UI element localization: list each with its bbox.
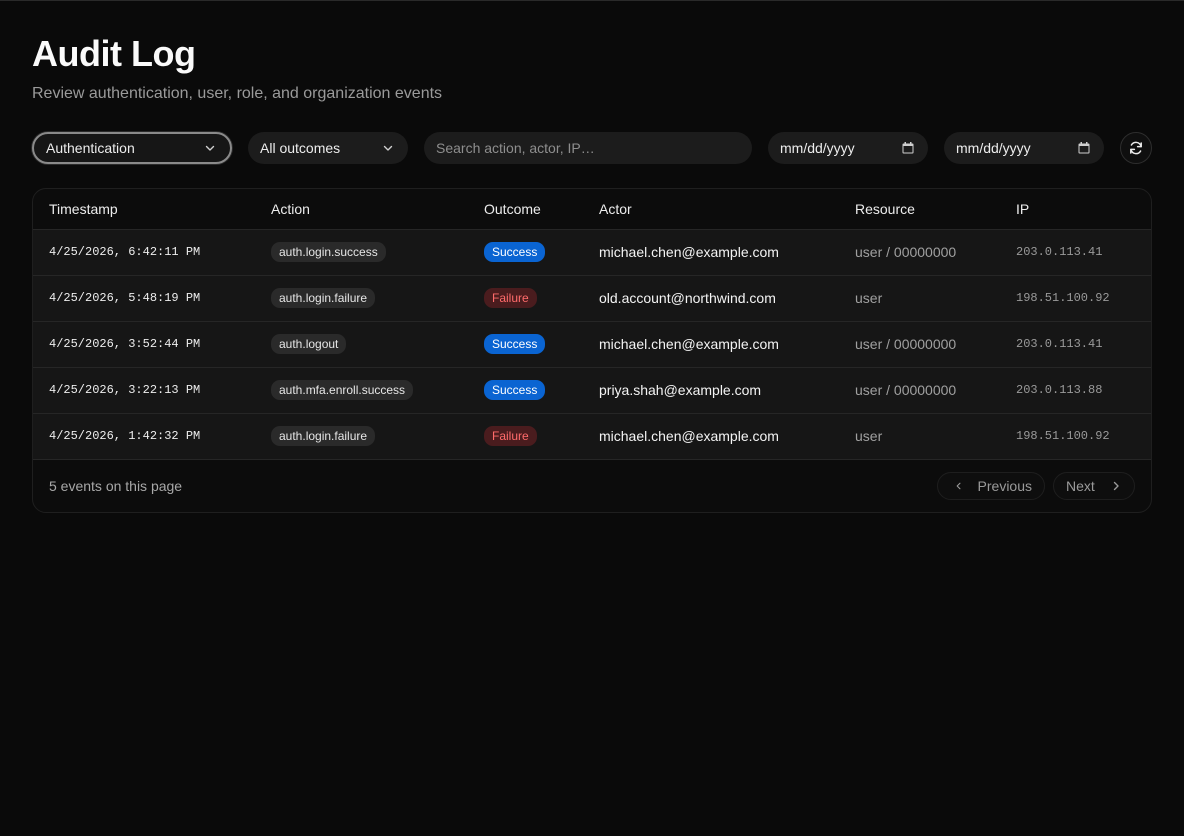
audit-log-page: Audit Log Review authentication, user, r… [0,1,1184,513]
status-badge: Success [484,380,546,400]
category-select-value: Authentication [46,140,135,156]
date-to-value: mm/dd/yyyy [956,140,1031,156]
page-title: Audit Log [32,33,196,74]
table-row[interactable]: 4/25/2026, 6:42:11 PM auth.login.success… [33,229,1151,276]
action-cell: auth.logout [255,321,468,368]
column-header-actor[interactable]: Actor [583,189,839,230]
actor-cell: michael.chen@example.com [583,413,839,460]
date-to-input[interactable]: mm/dd/yyyy [944,132,1104,164]
outcome-cell: Failure [468,413,583,460]
resource-cell: user [839,413,1000,460]
outcome-select[interactable]: All outcomes [248,132,408,164]
action-cell: auth.login.failure [255,413,468,460]
action-tag: auth.login.success [271,242,386,262]
action-cell: auth.login.failure [255,275,468,322]
audit-table: Timestamp Action Outcome Actor Resource … [33,189,1151,460]
outcome-cell: Failure [468,275,583,322]
status-badge: Failure [484,288,537,308]
column-header-ip[interactable]: IP [1000,189,1151,230]
chevron-down-icon [383,145,393,151]
action-cell: auth.login.success [255,229,468,276]
next-page-label: Next [1066,477,1095,494]
actor-cell: michael.chen@example.com [583,321,839,368]
outcome-cell: Success [468,367,583,414]
status-badge: Success [484,334,546,354]
timestamp-cell: 4/25/2026, 5:48:19 PM [33,275,255,322]
table-footer: 5 events on this page Previous Next [33,460,1151,512]
ip-cell: 203.0.113.41 [1000,229,1151,276]
category-select[interactable]: Authentication [32,132,232,164]
column-header-outcome[interactable]: Outcome [468,189,583,230]
date-from-value: mm/dd/yyyy [780,140,855,156]
timestamp-cell: 4/25/2026, 6:42:11 PM [33,229,255,276]
action-tag: auth.login.failure [271,426,376,446]
resource-cell: user / 00000000 [839,229,1000,276]
chevron-left-icon [956,482,961,489]
resource-cell: user / 00000000 [839,321,1000,368]
outcome-select-value: All outcomes [260,140,341,156]
refresh-button[interactable] [1120,132,1152,164]
actor-cell: priya.shah@example.com [583,367,839,414]
action-tag: auth.logout [271,334,347,354]
page-subtitle: Review authentication, user, role, and o… [32,85,443,102]
table-row[interactable]: 4/25/2026, 1:42:32 PM auth.login.failure… [33,413,1151,460]
calendar-icon[interactable] [1078,142,1090,154]
status-badge: Success [484,242,546,262]
action-tag: auth.login.failure [271,288,376,308]
action-tag: auth.mfa.enroll.success [271,380,414,400]
resource-cell: user / 00000000 [839,367,1000,414]
audit-table-card: Timestamp Action Outcome Actor Resource … [32,188,1152,513]
next-page-button[interactable]: Next [1053,471,1135,500]
previous-page-label: Previous [977,477,1032,494]
outcome-cell: Success [468,229,583,276]
filter-toolbar: Authentication All outcomes Search actio… [32,132,1152,164]
ip-cell: 198.51.100.92 [1000,275,1151,322]
search-placeholder: Search action, actor, IP… [436,140,595,156]
search-input[interactable]: Search action, actor, IP… [424,132,752,164]
table-row[interactable]: 4/25/2026, 3:52:44 PM auth.logout Succes… [33,321,1151,368]
pagination: Previous Next [937,471,1135,500]
ip-cell: 203.0.113.88 [1000,367,1151,414]
column-header-timestamp[interactable]: Timestamp [33,189,255,230]
actor-cell: old.account@northwind.com [583,275,839,322]
table-row[interactable]: 4/25/2026, 3:22:13 PM auth.mfa.enroll.su… [33,367,1151,414]
chevron-right-icon [1113,481,1119,490]
timestamp-cell: 4/25/2026, 3:52:44 PM [33,321,255,368]
outcome-cell: Success [468,321,583,368]
calendar-icon[interactable] [902,142,914,154]
resource-cell: user [839,275,1000,322]
timestamp-cell: 4/25/2026, 1:42:32 PM [33,413,255,460]
column-header-resource[interactable]: Resource [839,189,1000,230]
ip-cell: 203.0.113.41 [1000,321,1151,368]
ip-cell: 198.51.100.92 [1000,413,1151,460]
action-cell: auth.mfa.enroll.success [255,367,468,414]
column-header-action[interactable]: Action [255,189,468,230]
event-count: 5 events on this page [49,477,183,494]
actor-cell: michael.chen@example.com [583,229,839,276]
status-badge: Failure [484,426,537,446]
table-row[interactable]: 4/25/2026, 5:48:19 PM auth.login.failure… [33,275,1151,322]
chevron-down-icon [205,145,215,151]
date-from-input[interactable]: mm/dd/yyyy [768,132,928,164]
timestamp-cell: 4/25/2026, 3:22:13 PM [33,367,255,414]
previous-page-button[interactable]: Previous [937,471,1045,500]
refresh-icon [1130,141,1142,155]
table-header-row: Timestamp Action Outcome Actor Resource … [33,189,1151,230]
